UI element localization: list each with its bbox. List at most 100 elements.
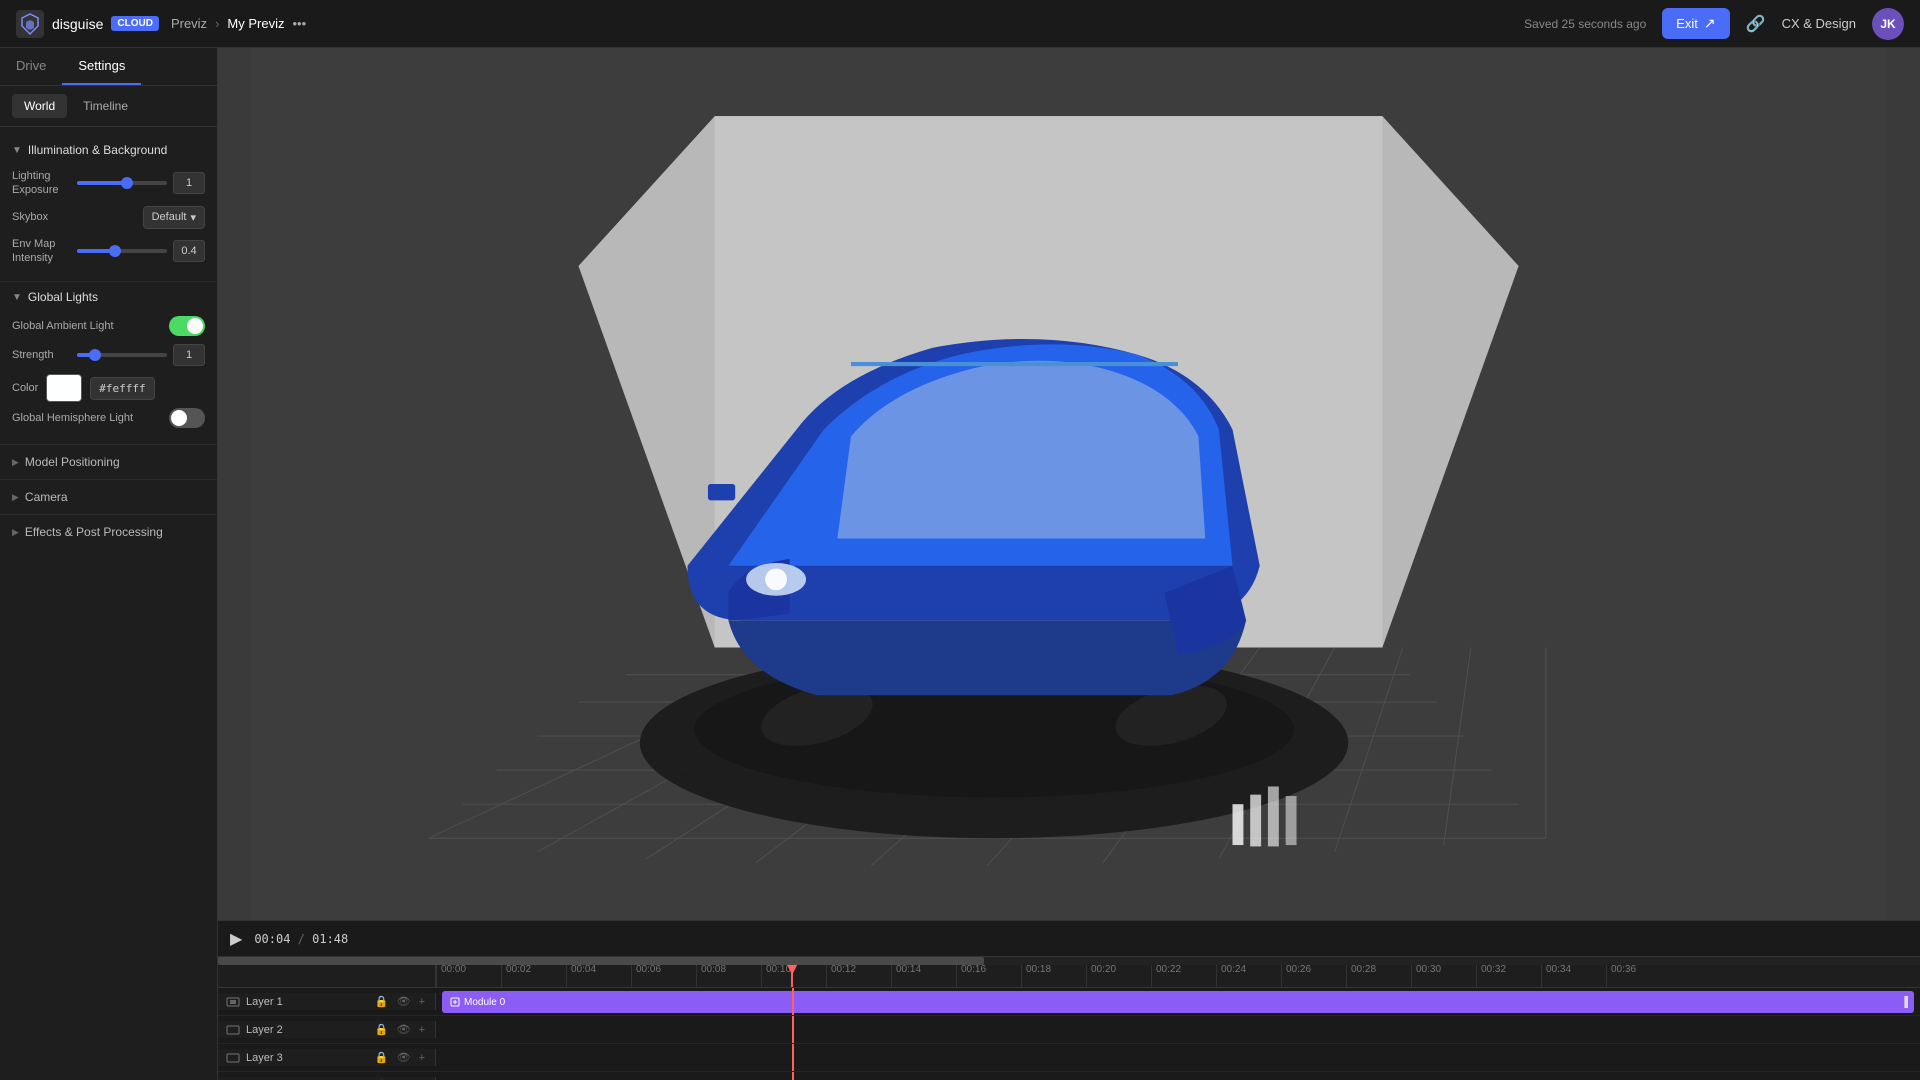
track-lock-3[interactable]: 🔒 xyxy=(373,1049,391,1066)
lighting-exposure-input[interactable] xyxy=(173,172,205,194)
lighting-exposure-thumb[interactable] xyxy=(121,177,133,189)
model-positioning-label: Model Positioning xyxy=(25,455,120,469)
tab-settings[interactable]: Settings xyxy=(62,48,141,85)
track-add-1[interactable]: + xyxy=(417,994,427,1010)
ruler-mark-6: 00:12 xyxy=(826,965,891,987)
link-icon[interactable]: 🔗 xyxy=(1746,14,1766,34)
ruler-mark-12: 00:24 xyxy=(1216,965,1281,987)
effects-section: ▶ Effects & Post Processing xyxy=(0,514,217,549)
subtab-world[interactable]: World xyxy=(12,94,67,118)
track-playhead-4 xyxy=(792,1072,794,1080)
ruler-mark-11: 00:22 xyxy=(1151,965,1216,987)
breadcrumb-more[interactable]: ••• xyxy=(292,16,306,31)
track-label-3: Layer 3 🔒 👁 + xyxy=(218,1049,436,1066)
module-end-marker: ▐ xyxy=(1901,997,1908,1008)
color-hex-input[interactable]: #feffff xyxy=(90,377,154,400)
track-content-2[interactable] xyxy=(436,1016,1920,1043)
envmap-input[interactable] xyxy=(173,240,205,262)
ruler-mark-8: 00:16 xyxy=(956,965,1021,987)
ambient-light-toggle[interactable] xyxy=(169,316,205,336)
track-icon-1 xyxy=(226,995,240,1009)
ruler-mark-1: 00:02 xyxy=(501,965,566,987)
track-name-2: Layer 2 xyxy=(246,1024,367,1036)
effects-arrow: ▶ xyxy=(12,527,19,538)
ruler-mark-18: 00:36 xyxy=(1606,965,1671,987)
sidebar: Drive Settings World Timeline ▼ Illumina… xyxy=(0,48,218,1080)
color-swatch[interactable] xyxy=(46,374,82,402)
envmap-label: Env MapIntensity xyxy=(12,237,55,266)
exit-button[interactable]: Exit ↗ xyxy=(1662,8,1729,39)
track-icon-3 xyxy=(226,1051,240,1065)
ruler-mark-7: 00:14 xyxy=(891,965,956,987)
ruler-mark-9: 00:18 xyxy=(1021,965,1086,987)
skybox-dropdown-icon: ▾ xyxy=(190,211,196,224)
timeline: ▶ 00:04 / 01:48 00:00 00:02 xyxy=(218,920,1920,1080)
ambient-light-label: Global Ambient Light xyxy=(12,319,114,333)
sub-tabs: World Timeline xyxy=(0,86,217,127)
track-lock-1[interactable]: 🔒 xyxy=(373,993,391,1010)
subtab-timeline[interactable]: Timeline xyxy=(71,94,140,118)
tab-drive[interactable]: Drive xyxy=(0,48,62,85)
header-left: disguise CLOUD Previz › My Previz ••• xyxy=(16,10,306,38)
effects-header[interactable]: ▶ Effects & Post Processing xyxy=(0,515,217,549)
model-positioning-section: ▶ Model Positioning xyxy=(0,444,217,479)
ruler-mark-16: 00:32 xyxy=(1476,965,1541,987)
track-add-3[interactable]: + xyxy=(417,1050,427,1066)
model-positioning-header[interactable]: ▶ Model Positioning xyxy=(0,445,217,479)
logo: disguise CLOUD xyxy=(16,10,159,38)
skybox-select[interactable]: Default ▾ xyxy=(143,206,205,229)
model-positioning-arrow: ▶ xyxy=(12,457,19,468)
viewport[interactable] xyxy=(218,48,1920,920)
track-eye-2[interactable]: 👁 xyxy=(395,1021,413,1038)
ruler-mark-14: 00:28 xyxy=(1346,965,1411,987)
module-block-0[interactable]: Module 0 ▐ xyxy=(442,991,1914,1013)
total-time-value: 01:48 xyxy=(312,932,348,946)
hemisphere-toggle[interactable] xyxy=(169,408,205,428)
section-global-lights-header[interactable]: ▼ Global Lights xyxy=(0,281,217,312)
lighting-exposure-track[interactable] xyxy=(77,181,167,185)
track-content-1[interactable]: Module 0 ▐ xyxy=(436,988,1920,1015)
ruler-left-spacer xyxy=(218,965,436,987)
lighting-exposure-slider-group xyxy=(77,172,205,194)
sidebar-content: ▼ Illumination & Background LightingExpo… xyxy=(0,127,217,1080)
strength-thumb[interactable] xyxy=(89,349,101,361)
section-illumination-header[interactable]: ▼ Illumination & Background xyxy=(0,135,217,165)
saved-status: Saved 25 seconds ago xyxy=(1524,17,1646,31)
avatar[interactable]: JK xyxy=(1872,8,1904,40)
timeline-ruler[interactable]: 00:00 00:02 00:04 00:06 00:08 00:10 00:1… xyxy=(218,965,1920,988)
track-row-2: Layer 2 🔒 👁 + xyxy=(218,1016,1920,1044)
strength-input[interactable] xyxy=(173,344,205,366)
exit-label: Exit xyxy=(1676,16,1698,31)
lighting-exposure-fill xyxy=(77,181,127,185)
module-label-0: Module 0 xyxy=(464,997,505,1008)
track-content-3[interactable] xyxy=(436,1044,1920,1071)
scrollbar-fill xyxy=(218,957,984,965)
breadcrumb-previz[interactable]: Previz xyxy=(171,16,207,31)
track-add-2[interactable]: + xyxy=(417,1022,427,1038)
track-playhead-3 xyxy=(792,1044,794,1071)
exit-icon: ↗ xyxy=(1704,15,1716,32)
scene-svg xyxy=(218,48,1920,920)
track-content-4[interactable] xyxy=(436,1072,1920,1080)
timeline-scrollbar[interactable] xyxy=(218,957,1920,965)
color-row: Color #feffff xyxy=(12,374,205,402)
ruler-mark-4: 00:08 xyxy=(696,965,761,987)
strength-track[interactable] xyxy=(77,353,167,357)
envmap-track[interactable] xyxy=(77,249,167,253)
skybox-row: Skybox Default ▾ xyxy=(12,206,205,229)
play-button[interactable]: ▶ xyxy=(230,929,242,949)
sidebar-top-tabs: Drive Settings xyxy=(0,48,217,86)
track-eye-1[interactable]: 👁 xyxy=(395,993,413,1010)
ruler-mark-13: 00:26 xyxy=(1281,965,1346,987)
current-time: 00:04 / 01:48 xyxy=(254,932,348,946)
envmap-slider-group xyxy=(77,240,205,262)
header-right: Saved 25 seconds ago Exit ↗ 🔗 CX & Desig… xyxy=(1524,8,1904,40)
breadcrumb: Previz › My Previz ••• xyxy=(171,16,306,31)
logo-wordmark: disguise xyxy=(52,16,103,32)
track-lock-2[interactable]: 🔒 xyxy=(373,1021,391,1038)
track-row-4: Layer 3 🔒 👁 + xyxy=(218,1072,1920,1080)
camera-header[interactable]: ▶ Camera xyxy=(0,480,217,514)
envmap-thumb[interactable] xyxy=(109,245,121,257)
track-eye-3[interactable]: 👁 xyxy=(395,1049,413,1066)
global-lights-content: Global Ambient Light Strength xyxy=(0,312,217,444)
